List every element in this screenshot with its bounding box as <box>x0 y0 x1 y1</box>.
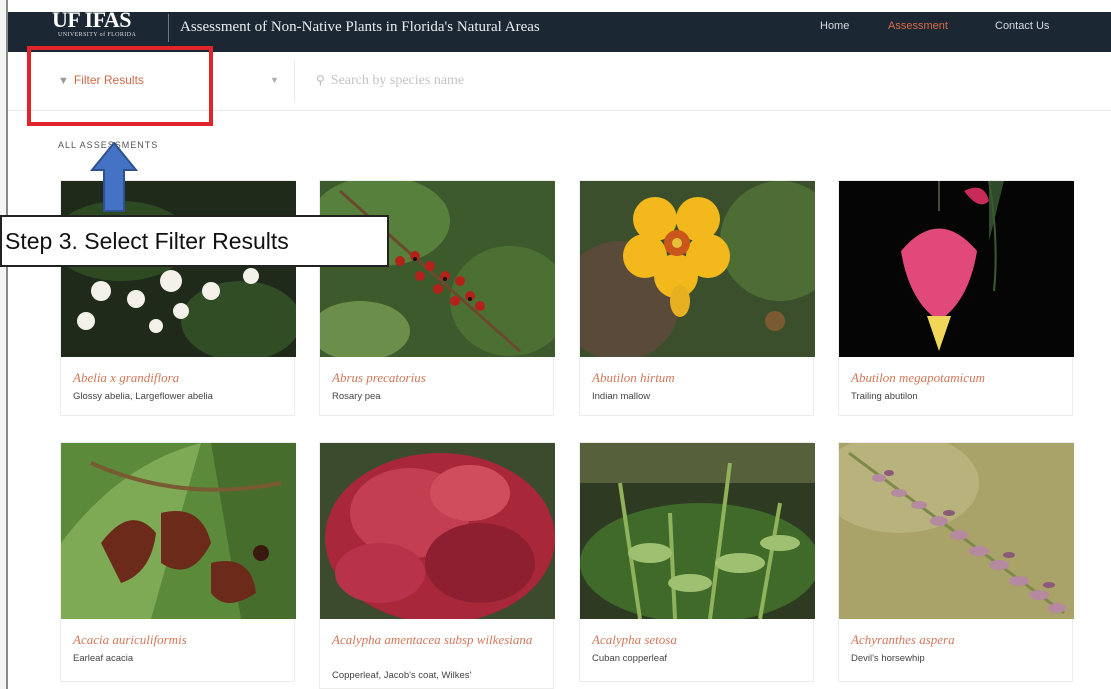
nav-home[interactable]: Home <box>820 20 849 32</box>
plant-photo[interactable] <box>320 181 555 357</box>
scientific-name[interactable]: Abutilon megapotamicum <box>851 369 1066 386</box>
chevron-down-icon[interactable]: ▼ <box>270 75 279 85</box>
common-name: Copperleaf, Jacob's coat, Wilkes' <box>332 670 472 681</box>
common-name: Devil's horsewhip <box>851 653 925 664</box>
scientific-name[interactable]: Acacia auriculiformis <box>73 631 288 648</box>
divider <box>294 60 295 102</box>
scientific-name[interactable]: Abrus precatorius <box>332 369 547 386</box>
search-placeholder: Search by species name <box>330 73 465 88</box>
assessment-card[interactable]: Acalypha amentacea subsp wilkesiana Copp… <box>319 442 555 689</box>
common-name: Glossy abelia, Largeflower abelia <box>73 391 213 402</box>
logo-divider <box>168 14 169 42</box>
arrow-up-icon <box>89 141 139 217</box>
site-title[interactable]: Assessment of Non-Native Plants in Flori… <box>180 19 540 36</box>
plant-photo[interactable] <box>839 443 1074 619</box>
plant-photo[interactable] <box>839 181 1074 357</box>
common-name: Earleaf acacia <box>73 653 134 664</box>
common-name: Indian mallow <box>592 391 651 402</box>
common-name: Rosary pea <box>332 391 381 402</box>
search-icon: ⚲ <box>316 73 325 87</box>
highlight-box <box>27 46 213 126</box>
plant-photo[interactable] <box>320 443 555 619</box>
nav-assessment[interactable]: Assessment <box>888 20 948 32</box>
scientific-name[interactable]: Acalypha setosa <box>592 631 807 648</box>
scientific-name[interactable]: Acalypha amentacea subsp wilkesiana <box>332 631 547 648</box>
scientific-name[interactable]: Achyranthes aspera <box>851 631 1066 648</box>
assessment-card[interactable]: Acacia auriculiformis Earleaf acacia <box>60 442 296 682</box>
plant-photo[interactable] <box>61 443 296 619</box>
assessment-card[interactable]: Acalypha setosa Cuban copperleaf <box>579 442 815 682</box>
logo-subtitle: UNIVERSITY of FLORIDA <box>58 32 137 38</box>
common-name: Trailing abutilon <box>851 391 918 402</box>
scientific-name[interactable]: Abutilon hirtum <box>592 369 807 386</box>
uf-ifas-logo[interactable]: UF IFAS <box>52 9 132 31</box>
assessment-card[interactable]: Achyranthes aspera Devil's horsewhip <box>838 442 1074 682</box>
search-input[interactable]: ⚲ Search by species name <box>316 73 464 89</box>
scientific-name[interactable]: Abelia x grandiflora <box>73 369 288 386</box>
plant-photo[interactable] <box>580 443 815 619</box>
step-callout: Step 3. Select Filter Results <box>0 215 389 267</box>
assessment-card[interactable]: Abutilon hirtum Indian mallow <box>579 180 815 416</box>
plant-photo[interactable] <box>580 181 815 357</box>
nav-contact-us[interactable]: Contact Us <box>995 20 1049 32</box>
assessment-card[interactable]: Abutilon megapotamicum Trailing abutilon <box>838 180 1074 416</box>
common-name: Cuban copperleaf <box>592 653 667 664</box>
